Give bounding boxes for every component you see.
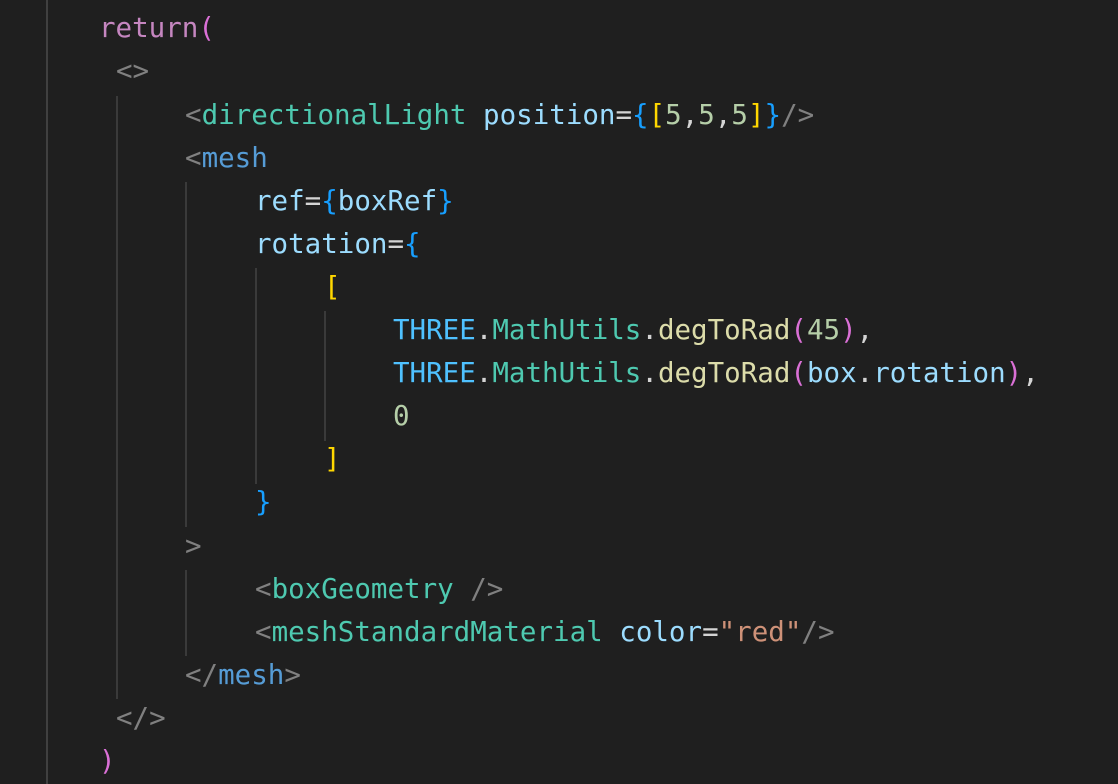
token-class: MathUtils	[492, 357, 642, 389]
indent-guide	[46, 0, 48, 784]
code-line[interactable]: <directionalLight position={[5,5,5]}/>	[185, 94, 814, 137]
token-fragment-close: </>	[116, 702, 166, 734]
token-paren: (	[790, 357, 807, 389]
token-brace: }	[437, 185, 454, 217]
token-dot: .	[641, 314, 658, 346]
code-line[interactable]: <meshStandardMaterial color="red"/>	[255, 611, 835, 654]
token-dot: .	[856, 357, 874, 389]
code-line[interactable]: 0	[393, 395, 410, 438]
token-class: MathUtils	[492, 314, 642, 346]
token-number: 0	[393, 400, 410, 432]
token-dot: .	[475, 314, 493, 346]
token-function: degToRad	[657, 314, 791, 346]
token-operator: =	[702, 616, 719, 648]
token-bracket: ]	[747, 99, 765, 131]
token-brace: {	[321, 185, 338, 217]
token-comma: ,	[1022, 357, 1039, 389]
indent-guide	[185, 570, 187, 656]
token-number: 45	[806, 314, 841, 346]
token-operator: =	[615, 99, 633, 131]
token-number: 5	[731, 99, 748, 131]
token-operator: =	[304, 185, 322, 217]
token-string: "red"	[718, 616, 802, 648]
token-punct: <	[185, 142, 202, 174]
code-line[interactable]: <mesh	[185, 137, 268, 180]
token-brace: }	[255, 486, 272, 518]
code-line[interactable]: <boxGeometry />	[255, 568, 503, 611]
token-brace: {	[632, 99, 649, 131]
indent-guide	[324, 311, 326, 441]
code-line[interactable]: [	[324, 266, 341, 309]
token-paren: (	[198, 12, 215, 44]
indent-guide	[255, 268, 257, 484]
token-bracket: ]	[324, 443, 341, 475]
token-paren: )	[840, 314, 857, 346]
token-paren: (	[790, 314, 807, 346]
token-attribute: rotation	[255, 228, 388, 260]
token-punct: />	[781, 99, 815, 131]
token-punct: >	[284, 659, 301, 691]
token-paren: )	[99, 745, 116, 777]
code-line[interactable]: >	[185, 525, 202, 568]
token-punct: </	[185, 659, 219, 691]
token-namespace: THREE	[393, 314, 476, 346]
token-punct: >	[185, 530, 202, 562]
token-comma: ,	[681, 99, 699, 131]
code-line[interactable]: <>	[116, 50, 149, 93]
token-tag: boxGeometry	[271, 573, 454, 605]
token-bracket: [	[648, 99, 666, 131]
token-fragment-open: <>	[116, 55, 150, 87]
token-punct: <	[255, 573, 272, 605]
token-operator: =	[387, 228, 405, 260]
token-variable: boxRef	[337, 185, 438, 217]
token-punct: />	[801, 616, 835, 648]
token-tag: directionalLight	[201, 99, 467, 131]
code-line[interactable]: </mesh>	[185, 654, 301, 697]
code-line[interactable]: return(	[99, 7, 215, 50]
token-brace: }	[764, 99, 782, 131]
token-tag: mesh	[218, 659, 285, 691]
token-punct: <	[255, 616, 272, 648]
code-line[interactable]: </>	[116, 697, 166, 740]
token-namespace: THREE	[393, 357, 476, 389]
indent-guide	[116, 96, 118, 699]
token-punct: />	[470, 573, 504, 605]
code-editor[interactable]: return( <> <directionalLight position={[…	[0, 0, 1118, 784]
token-attribute: ref	[255, 185, 305, 217]
token-keyword: return	[99, 12, 199, 44]
token-paren: )	[1005, 357, 1023, 389]
token-property: rotation	[873, 357, 1006, 389]
code-line[interactable]: ]	[324, 438, 341, 481]
token-function: degToRad	[657, 357, 791, 389]
token-comma: ,	[714, 99, 732, 131]
token-tag: mesh	[201, 142, 268, 174]
code-line[interactable]: )	[99, 740, 116, 783]
token-variable: box	[806, 357, 857, 389]
token-comma: ,	[856, 314, 874, 346]
token-number: 5	[698, 99, 715, 131]
token-bracket: [	[324, 271, 341, 303]
token-dot: .	[641, 357, 658, 389]
token-dot: .	[475, 357, 493, 389]
indent-guide	[185, 182, 187, 527]
token-attribute: position	[483, 99, 616, 131]
token-punct: <	[185, 99, 202, 131]
code-line[interactable]: rotation={	[255, 223, 421, 266]
token-brace: {	[404, 228, 421, 260]
code-line[interactable]: ref={boxRef}	[255, 180, 454, 223]
code-line[interactable]: }	[255, 481, 272, 524]
token-attribute: color	[619, 616, 703, 648]
token-number: 5	[665, 99, 682, 131]
code-line[interactable]: THREE.MathUtils.degToRad(45),	[393, 309, 873, 352]
token-tag: meshStandardMaterial	[271, 616, 603, 648]
code-line[interactable]: THREE.MathUtils.degToRad(box.rotation),	[393, 352, 1039, 395]
